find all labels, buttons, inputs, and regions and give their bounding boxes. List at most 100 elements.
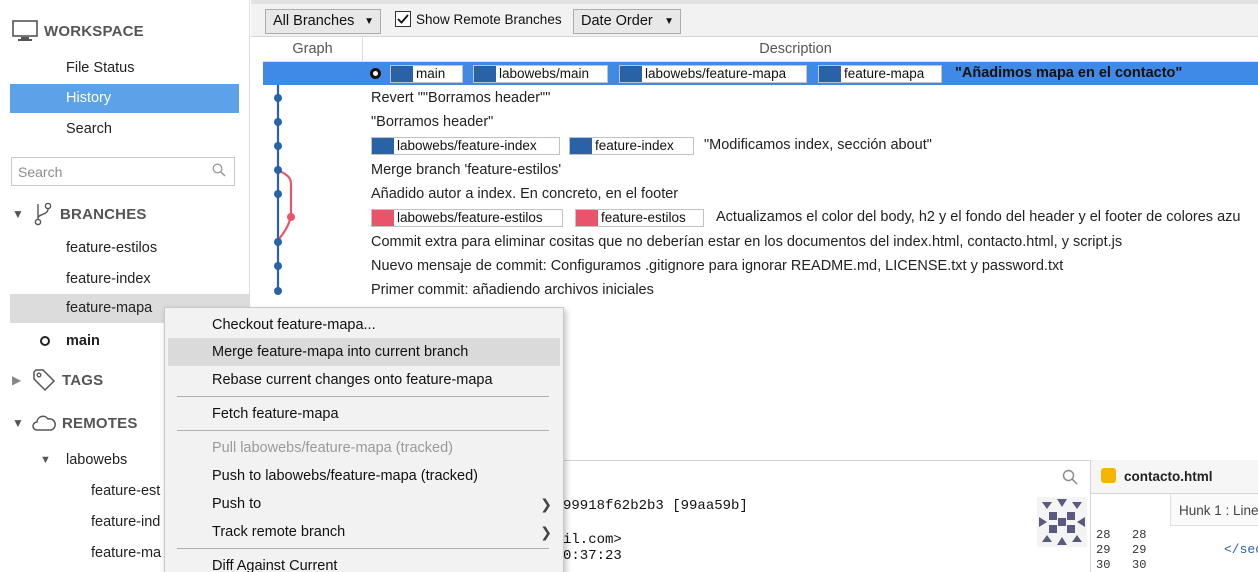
chevron-down-icon: ▼ (40, 454, 51, 466)
new-line-number: 29 (1132, 543, 1147, 557)
commit-row[interactable]: "Borramos header" (263, 111, 1258, 134)
branch-item-feature-estilos[interactable]: feature-estilos (10, 234, 249, 263)
order-value: Date Order (581, 13, 653, 29)
search-icon[interactable] (1062, 469, 1078, 485)
branch-tag[interactable]: main (390, 65, 463, 83)
branch-tag-label: feature-mapa (844, 66, 925, 81)
tags-header[interactable]: ▶ TAGS (12, 368, 103, 392)
branch-context-menu: Checkout feature-mapa... Merge feature-m… (164, 307, 564, 572)
branch-tag[interactable]: feature-index (569, 137, 694, 155)
old-line-number: 29 (1096, 543, 1111, 557)
commit-row[interactable]: Revert ""Borramos header"" (263, 87, 1258, 110)
branch-icon (391, 66, 413, 82)
chevron-right-icon: ❯ (540, 524, 552, 540)
chevron-down-icon: ▼ (12, 207, 25, 221)
branch-icon (620, 66, 642, 82)
branch-main-label: main (66, 333, 100, 349)
cloud-icon (32, 415, 56, 431)
chevron-down-icon: ▼ (12, 416, 25, 430)
sidebar-search-input[interactable] (11, 157, 235, 186)
branch-icon (372, 138, 394, 154)
menu-item-push-tracked[interactable]: Push to labowebs/feature-mapa (tracked) (168, 462, 560, 490)
branch-item-feature-index[interactable]: feature-index (10, 265, 249, 294)
tag-icon (33, 369, 56, 392)
menu-item-merge[interactable]: Merge feature-mapa into current branch (168, 338, 560, 366)
branch-tag-label: feature-estilos (601, 210, 686, 225)
commit-date: 0:37:23 (563, 548, 622, 564)
menu-item-track-remote[interactable]: Track remote branch ❯ (168, 518, 560, 546)
branch-tag-label: labowebs/feature-estilos (397, 210, 543, 225)
menu-item-checkout[interactable]: Checkout feature-mapa... (168, 311, 560, 339)
branch-icon (576, 210, 598, 226)
sourcetree-window: WORKSPACE File Status History Search ▼ B… (0, 0, 1258, 572)
commit-message: "Modificamos index, sección about" (704, 137, 932, 153)
commit-message: Añadido autor a index. En concreto, en e… (371, 186, 679, 202)
branch-tag[interactable]: labowebs/main (473, 65, 608, 83)
author-email: il.com> (563, 532, 622, 548)
tags-label: TAGS (62, 371, 104, 389)
commit-row[interactable]: Commit extra para eliminar cositas que n… (263, 231, 1258, 254)
chevron-down-icon: ▼ (664, 16, 674, 27)
commit-row[interactable]: Merge branch 'feature-estilos' (263, 159, 1258, 182)
commit-message: "Borramos header" (371, 114, 494, 130)
commit-row[interactable]: labowebs/feature-estilos feature-estilos… (263, 206, 1258, 229)
branch-tag-label: labowebs/feature-index (397, 138, 537, 153)
branch-icon (34, 202, 52, 226)
menu-separator (177, 548, 549, 549)
nav-file-status[interactable]: File Status (10, 54, 239, 83)
commit-row[interactable]: labowebs/feature-index feature-index "Mo… (263, 134, 1258, 157)
old-line-number: 30 (1096, 558, 1111, 572)
branch-tag-label: main (416, 66, 446, 81)
current-branch-icon (40, 336, 50, 346)
head-indicator-icon (370, 68, 381, 79)
commit-row[interactable]: main labowebs/main labowebs/feature-mapa… (263, 62, 1258, 85)
menu-item-push-to-label: Push to (212, 496, 262, 512)
menu-item-push-to[interactable]: Push to ❯ (168, 490, 560, 518)
commit-message: "Añadimos mapa en el contacto" (955, 65, 1183, 81)
graph-column-header[interactable]: Graph (263, 37, 363, 62)
branch-filter-dropdown[interactable]: All Branches ▼ (265, 9, 381, 34)
menu-item-fetch[interactable]: Fetch feature-mapa (168, 400, 560, 428)
commit-row[interactable]: Primer commit: añadiendo archivos inicia… (263, 279, 1258, 302)
menu-item-diff[interactable]: Diff Against Current (168, 552, 560, 572)
commit-message: Actualizamos el color del body, h2 y el … (716, 209, 1241, 225)
nav-history[interactable]: History (10, 84, 239, 113)
branch-icon (570, 138, 592, 154)
workspace-header[interactable]: WORKSPACE (12, 20, 144, 42)
branch-tag[interactable]: feature-estilos (575, 209, 704, 227)
branch-tag-label: feature-index (595, 138, 674, 153)
hunk-label: Hunk 1 : Lines (1179, 503, 1258, 518)
branch-tag[interactable]: labowebs/feature-estilos (371, 209, 563, 227)
menu-item-track-remote-label: Track remote branch (212, 524, 346, 540)
commit-row[interactable]: Añadido autor a index. En concreto, en e… (263, 183, 1258, 206)
branch-tag-label: labowebs/feature-mapa (645, 66, 787, 81)
menu-item-pull: Pull labowebs/feature-mapa (tracked) (212, 440, 453, 456)
nav-search[interactable]: Search (10, 115, 239, 144)
commit-message: Revert ""Borramos header"" (371, 90, 551, 106)
diff-file-header[interactable]: contacto.html (1090, 460, 1258, 494)
description-column-header[interactable]: Description (363, 37, 1258, 62)
divider (1090, 494, 1091, 572)
new-line-number: 30 (1132, 558, 1147, 572)
hunk-header: Hunk 1 : Lines (1170, 494, 1258, 526)
diff-file-name: contacto.html (1124, 469, 1213, 484)
remotes-header[interactable]: ▼ REMOTES (12, 414, 138, 432)
diff-code-line: </sec (1224, 542, 1258, 557)
show-remote-label: Show Remote Branches (416, 12, 562, 27)
commit-row[interactable]: Nuevo mensaje de commit: Configuramos .g… (263, 255, 1258, 278)
old-line-number: 28 (1096, 528, 1111, 542)
menu-separator (177, 430, 549, 431)
branch-tag[interactable]: labowebs/feature-mapa (619, 65, 807, 83)
branches-label: BRANCHES (60, 205, 147, 223)
checkmark-icon (397, 14, 409, 24)
branches-header[interactable]: ▼ BRANCHES (12, 202, 147, 226)
branch-tag-label: labowebs/main (499, 66, 590, 81)
branch-tag[interactable]: feature-mapa (818, 65, 942, 83)
branch-tag[interactable]: labowebs/feature-index (371, 137, 560, 155)
commit-message: Nuevo mensaje de commit: Configuramos .g… (371, 258, 1064, 274)
menu-item-rebase[interactable]: Rebase current changes onto feature-mapa (168, 366, 560, 394)
monitor-icon (12, 20, 38, 41)
commit-message: Merge branch 'feature-estilos' (371, 162, 562, 178)
order-dropdown[interactable]: Date Order ▼ (573, 9, 681, 34)
show-remote-checkbox[interactable] (395, 11, 411, 27)
